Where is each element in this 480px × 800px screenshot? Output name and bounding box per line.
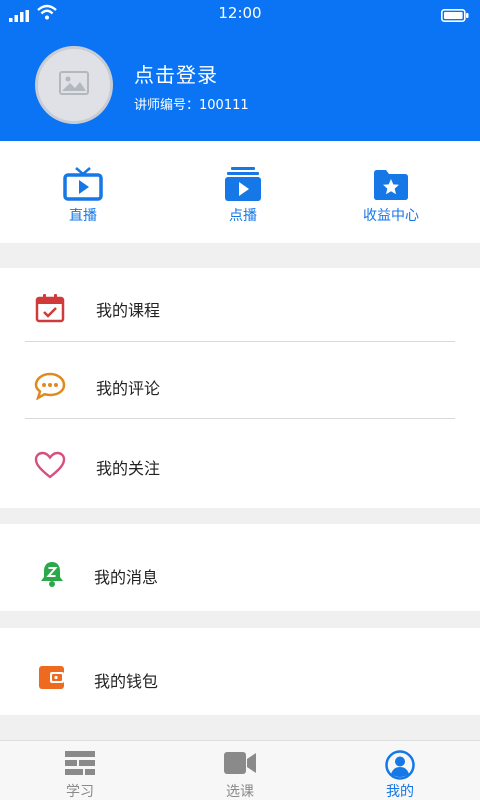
menu-item-courses[interactable]: 我的课程 — [0, 268, 480, 341]
quick-actions: 直播 点播 收益中心 — [0, 141, 480, 243]
avatar[interactable] — [35, 46, 113, 124]
tab-mine[interactable]: 我的 — [320, 741, 480, 800]
heart-icon — [34, 449, 66, 481]
tab-study[interactable]: 学习 — [0, 741, 160, 800]
chat-bubble-icon — [34, 370, 66, 402]
list-icon — [0, 750, 160, 778]
quick-action-earnings-label: 收益中心 — [363, 208, 419, 224]
menu-item-following-label: 我的关注 — [96, 459, 161, 478]
tab-mine-label: 我的 — [386, 784, 414, 800]
menu-item-messages[interactable]: 我的消息 — [0, 524, 480, 611]
calendar-check-icon — [34, 292, 66, 324]
bell-icon — [36, 558, 68, 590]
status-bar: 12:00 — [0, 0, 480, 26]
menu-item-wallet[interactable]: 我的钱包 — [0, 628, 480, 715]
quick-action-live[interactable]: 直播 — [3, 141, 163, 243]
profile-header: 点击登录 讲师编号：100111 — [0, 26, 480, 141]
menu-item-courses-label: 我的课程 — [96, 301, 161, 320]
menu-group-wallet: 我的钱包 — [0, 628, 480, 715]
quick-action-vod[interactable]: 点播 — [163, 141, 323, 243]
tab-select-course[interactable]: 选课 — [160, 741, 320, 800]
menu-group-messages: 我的消息 — [0, 524, 480, 611]
quick-action-earnings[interactable]: 收益中心 — [311, 141, 471, 243]
quick-action-vod-label: 点播 — [229, 208, 257, 224]
menu-item-following[interactable]: 我的关注 — [0, 419, 480, 508]
tv-icon — [3, 166, 163, 202]
tab-select-course-label: 选课 — [226, 784, 254, 800]
video-camera-icon — [160, 750, 320, 778]
login-prompt[interactable]: 点击登录 — [134, 59, 218, 88]
battery-icon — [441, 7, 469, 26]
quick-action-live-label: 直播 — [69, 208, 97, 224]
menu-item-comments[interactable]: 我的评论 — [0, 342, 480, 418]
user-icon — [320, 750, 480, 780]
menu-item-messages-label: 我的消息 — [94, 568, 159, 587]
menu-item-wallet-label: 我的钱包 — [94, 672, 159, 691]
menu-group-main: 我的课程 我的评论 我的关注 — [0, 268, 480, 508]
folder-star-icon — [311, 166, 471, 202]
tab-bar: 学习 选课 我的 — [0, 740, 480, 800]
tab-study-label: 学习 — [66, 784, 94, 800]
wallet-icon — [36, 661, 68, 693]
status-time: 12:00 — [218, 4, 262, 22]
menu-item-comments-label: 我的评论 — [96, 379, 161, 398]
image-placeholder-icon — [59, 71, 89, 99]
video-stack-icon — [163, 166, 323, 202]
teacher-id: 讲师编号：100111 — [134, 98, 249, 113]
